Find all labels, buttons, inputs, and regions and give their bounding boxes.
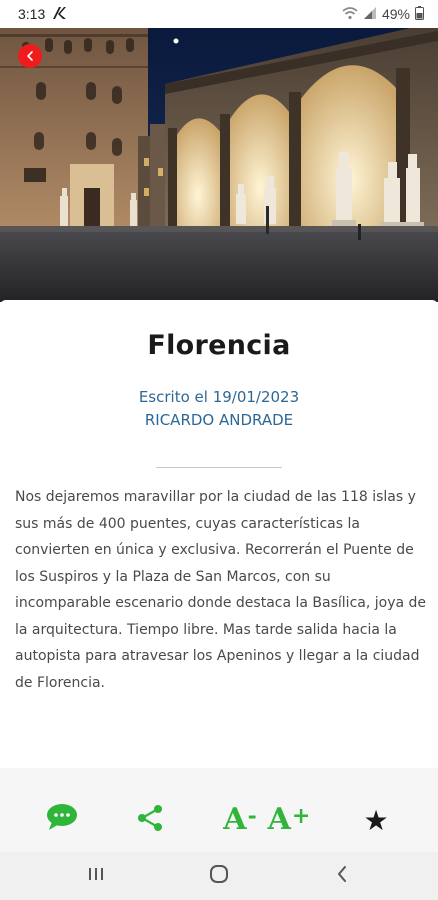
arrow-left-icon bbox=[24, 47, 36, 66]
font-decrease-sign: - bbox=[247, 803, 257, 829]
font-increase-sign: + bbox=[291, 803, 311, 829]
divider bbox=[156, 467, 282, 468]
home-button[interactable] bbox=[199, 862, 239, 890]
recent-apps-button[interactable] bbox=[76, 862, 116, 890]
system-back-button[interactable] bbox=[322, 862, 362, 890]
font-decrease-letter: A bbox=[223, 802, 247, 837]
recent-apps-icon bbox=[87, 866, 105, 886]
favorite-button[interactable]: ★ bbox=[360, 803, 392, 837]
bottom-toolbar: A- A + ★ bbox=[0, 768, 438, 852]
star-icon: ★ bbox=[363, 803, 389, 837]
battery-percent: 49% bbox=[381, 6, 410, 22]
article-card: Florencia Escrito el 19/01/2023 RICARDO … bbox=[0, 300, 438, 768]
share-button[interactable] bbox=[134, 804, 166, 836]
article-date: Escrito el 19/01/2023 bbox=[138, 388, 300, 406]
comments-button[interactable] bbox=[44, 802, 80, 836]
status-bar: 3:13 49% bbox=[0, 0, 438, 28]
navigation-bar bbox=[0, 852, 438, 900]
hero-photo bbox=[0, 28, 438, 302]
article-body: Nos dejaremos maravillar por la ciudad d… bbox=[15, 489, 427, 691]
font-increase-letter: A bbox=[267, 802, 291, 837]
back-icon bbox=[335, 865, 349, 887]
share-icon bbox=[136, 804, 164, 836]
status-left: 3:13 bbox=[18, 5, 67, 24]
home-icon bbox=[209, 864, 229, 888]
chat-bubble-icon bbox=[46, 803, 78, 835]
wifi-icon bbox=[342, 6, 358, 23]
status-time: 3:13 bbox=[18, 6, 46, 22]
article-title: Florencia bbox=[147, 330, 291, 361]
status-right: 49% bbox=[342, 5, 424, 23]
battery-icon bbox=[415, 5, 424, 23]
hero-image bbox=[0, 28, 438, 302]
signal-icon bbox=[363, 6, 377, 23]
font-increase-button[interactable]: A + bbox=[266, 802, 312, 838]
carrier-logo-icon bbox=[51, 5, 67, 24]
font-decrease-button[interactable]: A- bbox=[220, 802, 260, 838]
article-author[interactable]: RICARDO ANDRADE bbox=[0, 411, 438, 429]
back-button[interactable] bbox=[18, 44, 42, 68]
